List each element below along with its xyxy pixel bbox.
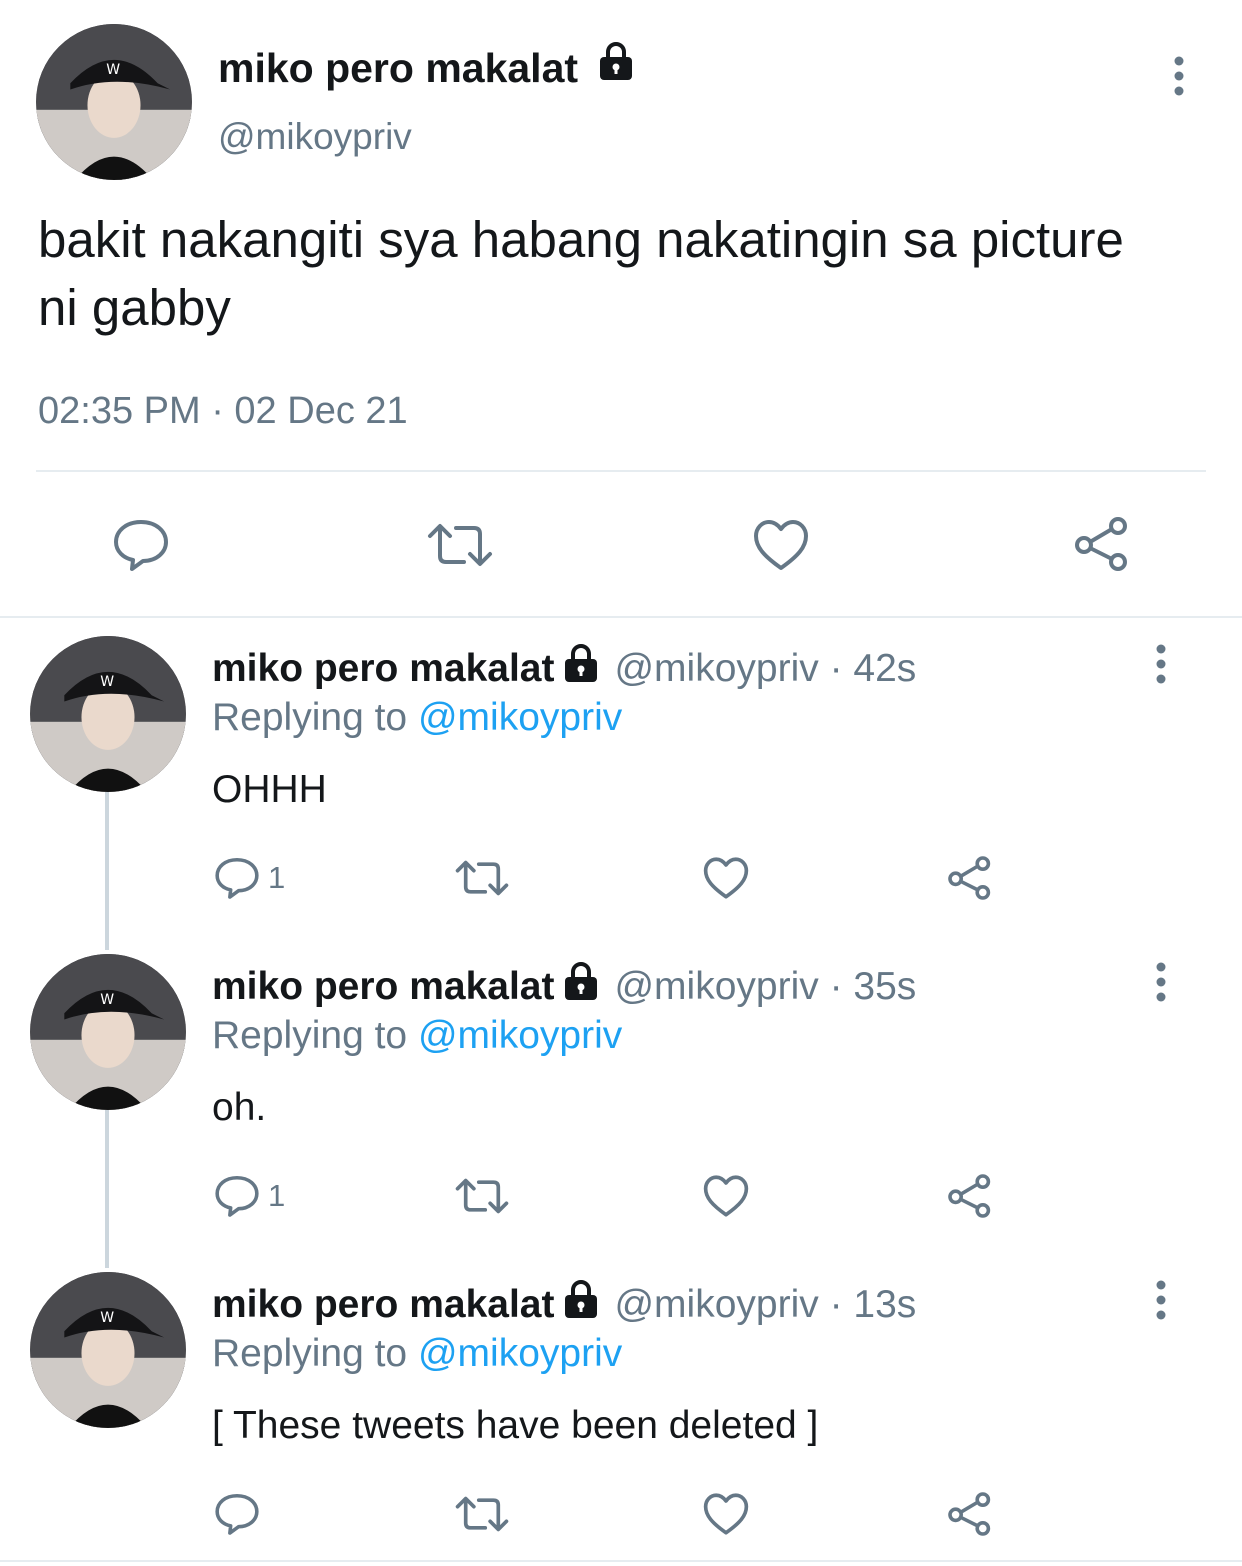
author-name[interactable]: miko pero makalat [218,42,635,92]
reply-button[interactable] [112,518,170,572]
svg-text:W: W [106,62,120,78]
tweet-text: bakit nakangiti sya habang nakatingin sa… [38,211,1124,336]
avatar-image: W [30,1272,186,1428]
lock-icon [562,962,600,1012]
like-icon [703,857,749,899]
reply-count: 1 [268,1178,286,1213]
lock-icon [597,42,635,92]
avatar[interactable]: W [30,636,186,792]
like-icon [703,1493,749,1535]
share-button[interactable] [946,1172,994,1220]
share-button[interactable] [946,854,994,902]
like-icon [703,1175,749,1217]
thread-line [105,792,109,950]
avatar[interactable]: W [36,24,192,180]
more-icon[interactable] [1150,644,1172,684]
reply-icon [114,520,168,571]
tweet-text: [ These tweets have been deleted ] [212,1404,819,1447]
avatar-image: W [30,636,186,792]
handle-time: @mikoypriv · 35s [614,965,917,1008]
tweet-text: OHHH [212,768,327,811]
like-button[interactable] [752,518,810,572]
divider [0,616,1242,618]
svg-text:W: W [100,1310,114,1326]
reply-icon [215,1493,259,1535]
divider [0,1560,1242,1562]
more-icon[interactable] [1150,962,1172,1002]
divider [36,470,1206,472]
more-icon[interactable] [1168,56,1190,96]
author-handle[interactable]: @mikoypriv [218,116,412,158]
avatar-image: W [30,954,186,1110]
avatar-image: W [36,24,192,180]
reply-header[interactable]: miko pero makalat @mikoypriv · 35s [212,962,916,1012]
replying-to: Replying to @mikoypriv [212,1332,623,1375]
like-button[interactable] [702,1492,750,1536]
reply-header[interactable]: miko pero makalat @mikoypriv · 13s [212,1280,916,1330]
avatar[interactable]: W [30,954,186,1110]
retweet-icon [428,524,492,566]
avatar[interactable]: W [30,1272,186,1428]
share-icon [948,1492,991,1536]
more-icon[interactable] [1150,1280,1172,1320]
author-name: miko pero makalat [212,647,555,690]
retweet-button[interactable] [426,518,494,572]
like-button[interactable] [702,1174,750,1218]
tweet-text: oh. [212,1086,267,1129]
share-icon [948,1174,991,1218]
share-icon [948,856,991,900]
replying-to-link[interactable]: @mikoypriv [418,1332,622,1375]
retweet-button[interactable] [454,856,510,900]
handle-time: @mikoypriv · 13s [614,1283,917,1326]
reply-icon [215,1175,259,1217]
reply-button[interactable] [214,1492,260,1536]
reply-header[interactable]: miko pero makalat @mikoypriv · 42s [212,644,916,694]
share-button[interactable] [946,1490,994,1538]
retweet-icon [455,1178,509,1214]
retweet-button[interactable] [454,1492,510,1536]
retweet-icon [455,1496,509,1532]
retweet-icon [455,860,509,896]
replying-to-link[interactable]: @mikoypriv [418,696,622,739]
svg-text:W: W [100,674,114,690]
author-name: miko pero makalat [212,1283,555,1326]
replying-to: Replying to @mikoypriv [212,696,623,739]
tweet-timestamp[interactable]: 02:35 PM · 02 Dec 21 [38,390,408,433]
share-icon [1075,517,1127,571]
lock-icon [562,644,600,694]
svg-text:W: W [100,992,114,1008]
lock-icon [562,1280,600,1330]
thread-line [105,1110,109,1268]
handle-time: @mikoypriv · 42s [614,647,917,690]
author-name: miko pero makalat [212,965,555,1008]
share-button[interactable] [1072,514,1132,574]
reply-button[interactable]: 1 [214,1174,285,1218]
reply-count: 1 [268,860,286,895]
like-button[interactable] [702,856,750,900]
reply-button[interactable]: 1 [214,856,285,900]
reply-icon [215,857,259,899]
replying-to-link[interactable]: @mikoypriv [418,1014,622,1057]
replying-to: Replying to @mikoypriv [212,1014,623,1057]
like-icon [754,520,808,570]
retweet-button[interactable] [454,1174,510,1218]
